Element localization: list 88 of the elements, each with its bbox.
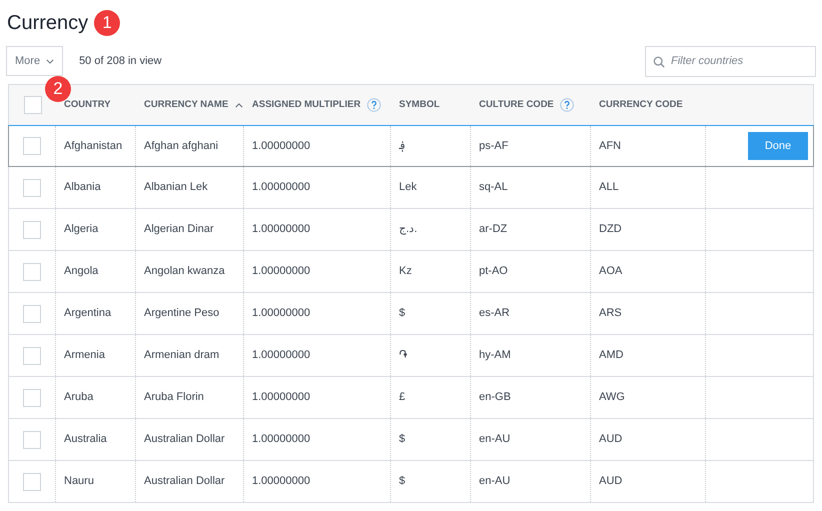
help-icon[interactable] (366, 98, 381, 112)
table-cell-text: Australia (64, 432, 107, 448)
table-cell-text: en-AU (479, 432, 510, 448)
table-cell-text: DZD (599, 222, 622, 238)
checkbox[interactable] (23, 430, 41, 448)
table-cell-text: Aruba Florin (144, 390, 204, 406)
table-cell-text: es-AR (479, 306, 510, 322)
table-cell-text: Australian Dollar (144, 432, 225, 448)
table-cell-text: £ (399, 390, 406, 406)
checkbox[interactable] (23, 137, 41, 155)
view-count: 50 of 208 in view (79, 54, 162, 69)
column-header[interactable]: CURRENCY NAME (144, 98, 244, 112)
table-cell-text: Australian Dollar (144, 474, 225, 490)
table-cell-text: Angolan kwanza (144, 264, 225, 280)
table-cell-text: Argentina (64, 306, 112, 322)
table-cell-text: 1.00000000 (252, 306, 310, 322)
table-cell-text: ar-DZ (479, 222, 508, 238)
table-cell-text: $ (399, 432, 406, 448)
table-cell-text: 1.00000000 (252, 390, 310, 406)
table-cell-text: AOA (599, 264, 622, 280)
column-header[interactable]: CULTURE CODE (479, 98, 574, 112)
table-cell-text: hy-AM (479, 348, 511, 364)
checkbox[interactable] (23, 388, 41, 406)
table-row[interactable]: Australia Australian Dollar 1.00000000 $ en-AU AUD (9, 419, 813, 461)
table-cell-text: 1.00000000 (252, 138, 310, 154)
column-header[interactable]: CURRENCY CODE (599, 98, 683, 112)
more-button[interactable]: More (6, 46, 64, 76)
table-cell-text: $ (399, 306, 406, 322)
table-cell-text: en-GB (479, 390, 511, 406)
table-cell-text: Armenian dram (144, 348, 220, 364)
table-cell-text: Lek (399, 180, 417, 196)
table-cell-text: ps-AF (479, 138, 508, 154)
table-row[interactable]: Angola Angolan kwanza 1.00000000 Kz pt-AO AOA (9, 251, 813, 293)
checkbox[interactable] (23, 346, 41, 364)
table-cell-text: Afghan afghani (144, 138, 218, 154)
step-badge: 1 (94, 10, 120, 36)
table-cell-text: AFN (599, 138, 621, 154)
table-cell-text: 1.00000000 (252, 432, 310, 448)
table-cell-text: ALL (599, 180, 619, 196)
checkbox[interactable] (23, 178, 41, 196)
table-cell-text: 1.00000000 (252, 180, 310, 196)
table-cell-text: $ (399, 474, 406, 490)
table-row[interactable]: Albania Albanian Lek 1.00000000 Lek sq-AL ALL (9, 167, 813, 209)
table-cell-text: Aruba (64, 390, 94, 406)
column-header[interactable]: ASSIGNED MULTIPLIER (252, 98, 381, 112)
table-row[interactable]: Nauru Australian Dollar 1.00000000 $ en-AU AUD (9, 461, 813, 503)
page-title: Currency (7, 10, 88, 36)
table-cell-text: Kz (399, 264, 412, 280)
table-row[interactable]: Afghanistan Afghan afghani 1.00000000 ؋ ps-AF AFN Done (8, 125, 814, 167)
table-cell-text: AUD (599, 432, 622, 448)
table-cell-text: Algeria (64, 222, 98, 238)
table-cell-text: Argentine Peso (144, 306, 220, 322)
table-cell-text: Albania (64, 180, 101, 196)
table-cell-text: 1.00000000 (252, 474, 310, 490)
table-cell-text: د.ج. (399, 222, 418, 238)
table-cell-text: Nauru (64, 474, 94, 490)
table-row[interactable]: Armenia Armenian dram 1.00000000 ֏ hy-AM AMD (9, 335, 813, 377)
table-cell-text: sq-AL (479, 180, 508, 196)
table-cell-text: en-AU (479, 474, 510, 490)
search-field[interactable]: Filter countries (645, 46, 816, 76)
table-row[interactable]: Aruba Aruba Florin 1.00000000 £ en-GB AWG (9, 377, 813, 419)
step-badge: 2 (45, 76, 71, 102)
table-cell-text: Algerian Dinar (144, 222, 214, 238)
checkbox[interactable] (23, 472, 41, 490)
table-cell-text: AUD (599, 474, 622, 490)
checkbox[interactable] (23, 220, 41, 238)
search-icon (653, 56, 665, 68)
table-cell-text: 1.00000000 (252, 348, 310, 364)
checkbox[interactable] (23, 262, 41, 280)
chevron-down-icon (46, 58, 54, 64)
checkbox[interactable] (23, 304, 41, 322)
table-cell-text: 1.00000000 (252, 264, 310, 280)
sort-up-icon[interactable] (235, 102, 244, 108)
table-cell-text: Afghanistan (64, 138, 122, 154)
column-header[interactable]: SYMBOL (399, 98, 440, 112)
table-cell-text: Angola (64, 264, 98, 280)
table-cell-text: Armenia (64, 348, 105, 364)
table-cell-text: ؋ (399, 138, 405, 154)
help-icon[interactable] (560, 98, 574, 112)
table-cell-text: 1.00000000 (252, 222, 310, 238)
table-cell-text: pt-AO (479, 264, 508, 280)
table-cell-text: Albanian Lek (144, 180, 208, 196)
table-cell-text: ARS (599, 306, 622, 322)
table-cell-text: AMD (599, 348, 624, 364)
table-row[interactable]: Argentina Argentine Peso 1.00000000 $ es-AR ARS (9, 293, 813, 335)
table-cell-text: AWG (599, 390, 625, 406)
checkbox[interactable] (24, 96, 42, 114)
table-cell-text: ֏ (399, 348, 407, 364)
